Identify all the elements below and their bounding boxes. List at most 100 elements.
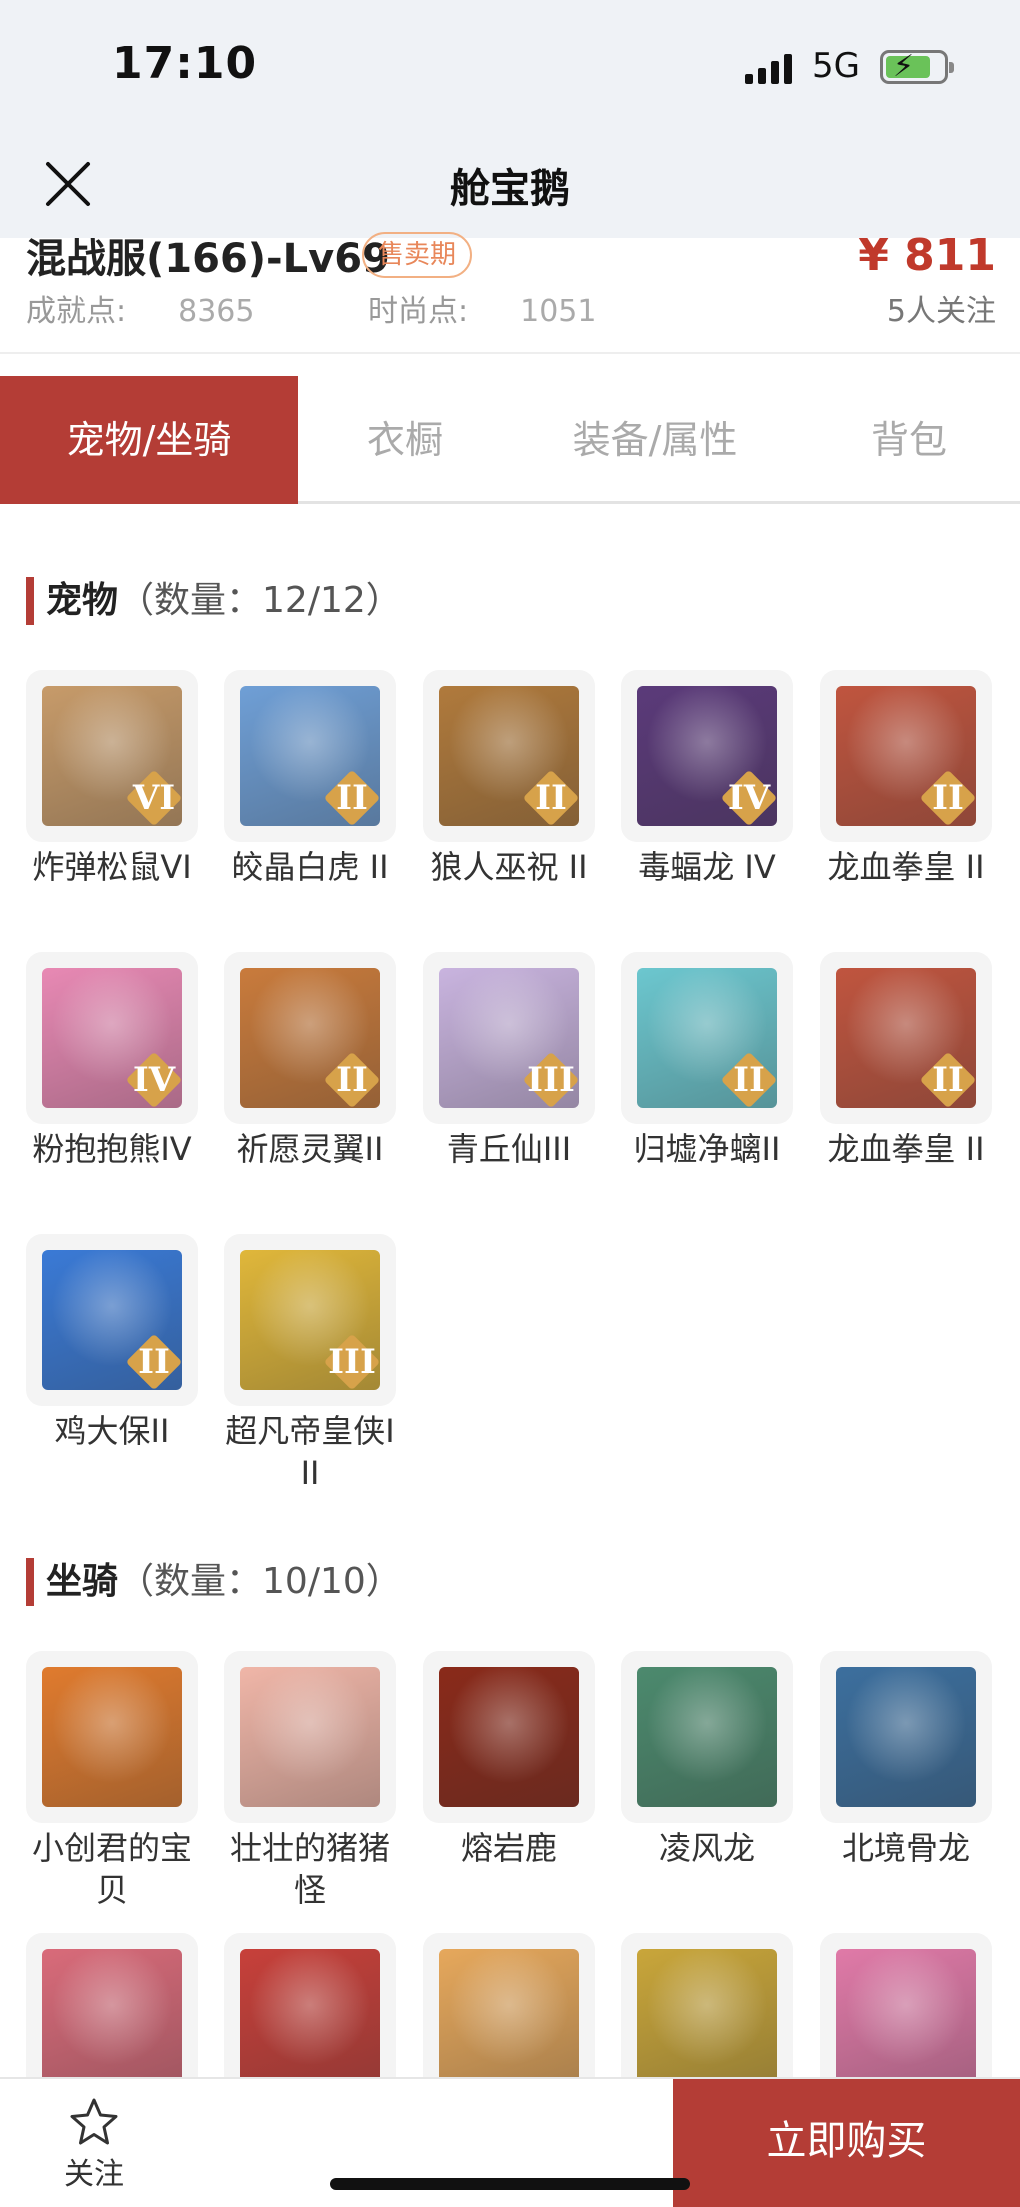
nav-bar: 舱宝鹅 (0, 140, 1020, 238)
rank-numeral: II (336, 1060, 368, 1100)
pet-item[interactable]: II 狼人巫祝 II (423, 670, 595, 888)
item-name: 狼人巫祝 II (430, 848, 588, 886)
rank-numeral: II (535, 778, 567, 818)
item-thumbnail (423, 1651, 595, 1823)
item-name: 祈愿灵翼II (236, 1130, 384, 1168)
status-time: 17:10 (112, 38, 258, 89)
item-name: 归墟净螭II (633, 1130, 781, 1168)
pet-item[interactable]: II 龙血拳皇 II (820, 670, 992, 888)
tab-equipment[interactable]: 装备/属性 (512, 376, 798, 504)
mount-portrait (240, 1667, 380, 1807)
item-name: 青丘仙III (446, 1130, 572, 1168)
item-thumbnail: IV (621, 670, 793, 842)
mount-portrait (836, 1949, 976, 2089)
mount-portrait (439, 1667, 579, 1807)
item-thumbnail (26, 1651, 198, 1823)
item-thumbnail: III (423, 952, 595, 1124)
mounts-section-title: 坐骑（数量：10/10） (26, 1558, 402, 1606)
mount-item[interactable]: 熔岩鹿 (423, 1651, 595, 1869)
rank-badge: II (719, 1050, 779, 1110)
rank-badge: III (322, 1332, 382, 1392)
rank-badge: II (124, 1332, 184, 1392)
follow-button[interactable]: 关注 (52, 2097, 136, 2193)
item-thumbnail: III (224, 1234, 396, 1406)
item-thumbnail: II (820, 952, 992, 1124)
item-name: 小创君的宝贝 (31, 1829, 192, 1909)
home-indicator (330, 2178, 690, 2190)
item-thumbnail: II (820, 670, 992, 842)
mount-portrait (836, 1667, 976, 1807)
rank-numeral: II (336, 778, 368, 818)
item-name: 粉抱抱熊IV (32, 1130, 192, 1168)
mount-portrait (637, 1667, 777, 1807)
rank-numeral: IV (727, 778, 771, 818)
item-name: 炸弹松鼠VI (32, 848, 192, 886)
item-thumbnail: II (423, 670, 595, 842)
item-name: 毒蝠龙 IV (638, 848, 776, 886)
rank-numeral: II (932, 1060, 964, 1100)
item-name: 超凡帝皇侠III (225, 1412, 395, 1492)
rank-numeral: III (328, 1342, 376, 1382)
tab-wardrobe[interactable]: 衣橱 (298, 376, 512, 504)
item-thumbnail (621, 1651, 793, 1823)
rank-badge: VI (124, 768, 184, 828)
rank-numeral: VI (132, 778, 176, 818)
item-thumbnail (820, 1651, 992, 1823)
mount-item[interactable]: 小创君的宝贝 (26, 1651, 198, 1911)
buy-now-button[interactable]: 立即购买 (673, 2079, 1020, 2207)
tab-bar: 宠物/坐骑 衣橱 装备/属性 背包 (0, 376, 1020, 504)
pet-item[interactable]: IV 粉抱抱熊IV (26, 952, 198, 1170)
tab-backpack[interactable]: 背包 (798, 376, 1020, 504)
rank-badge: II (322, 1050, 382, 1110)
mount-portrait (42, 1949, 182, 2089)
rank-badge: II (918, 1050, 978, 1110)
fashion-stat: 时尚点: 1051 (368, 294, 597, 329)
server-level: 混战服(166)-Lv69 (26, 236, 390, 282)
signal-icon (745, 54, 792, 84)
rank-badge: II (521, 768, 581, 828)
status-badge: 售卖期 (362, 232, 473, 278)
item-thumbnail: II (621, 952, 793, 1124)
achievement-stat: 成就点: 8365 (26, 294, 255, 329)
status-bar: 17:10 5G ⚡ (0, 0, 1020, 140)
item-name: 凌风龙 (658, 1829, 755, 1867)
rank-numeral: II (932, 778, 964, 818)
item-thumbnail: VI (26, 670, 198, 842)
account-stats: 成就点: 8365 时尚点: 1051 (26, 286, 700, 330)
item-name: 鸡大保II (54, 1412, 170, 1450)
item-thumbnail: II (26, 1234, 198, 1406)
mount-portrait (240, 1949, 380, 2089)
battery-icon: ⚡ (880, 50, 954, 84)
item-name: 北境骨龙 (841, 1829, 970, 1867)
rank-numeral: II (138, 1342, 170, 1382)
pet-item[interactable]: III 青丘仙III (423, 952, 595, 1170)
rank-numeral: IV (132, 1060, 176, 1100)
listing-info: 混战服(166)-Lv69 售卖期 成就点: 8365 时尚点: 1051 ¥ 81… (0, 230, 1020, 354)
item-thumbnail (224, 1651, 396, 1823)
mount-item[interactable]: 北境骨龙 (820, 1651, 992, 1869)
item-name: 壮壮的猪猪怪 (229, 1829, 390, 1909)
mount-portrait (42, 1667, 182, 1807)
follower-count: 5人关注 (886, 294, 996, 329)
mount-portrait (439, 1949, 579, 2089)
item-name: 皎晶白虎 II (231, 848, 389, 886)
pet-item[interactable]: III 超凡帝皇侠III (224, 1234, 396, 1494)
pet-item[interactable]: II 皎晶白虎 II (224, 670, 396, 888)
pet-item[interactable]: II 鸡大保II (26, 1234, 198, 1452)
item-name: 龙血拳皇 II (827, 1130, 985, 1168)
item-name: 熔岩鹿 (460, 1829, 557, 1867)
tab-pets-mounts[interactable]: 宠物/坐骑 (0, 376, 298, 504)
pet-item[interactable]: II 龙血拳皇 II (820, 952, 992, 1170)
pet-item[interactable]: IV 毒蝠龙 IV (621, 670, 793, 888)
mount-item[interactable]: 凌风龙 (621, 1651, 793, 1869)
rank-numeral: II (733, 1060, 765, 1100)
pet-item[interactable]: VI 炸弹松鼠VI (26, 670, 198, 888)
rank-badge: II (918, 768, 978, 828)
rank-badge: IV (124, 1050, 184, 1110)
price: ¥ 811 (858, 230, 996, 281)
pet-item[interactable]: II 祈愿灵翼II (224, 952, 396, 1170)
mount-item[interactable]: 壮壮的猪猪怪 (224, 1651, 396, 1911)
rank-badge: IV (719, 768, 779, 828)
item-thumbnail: IV (26, 952, 198, 1124)
pet-item[interactable]: II 归墟净螭II (621, 952, 793, 1170)
